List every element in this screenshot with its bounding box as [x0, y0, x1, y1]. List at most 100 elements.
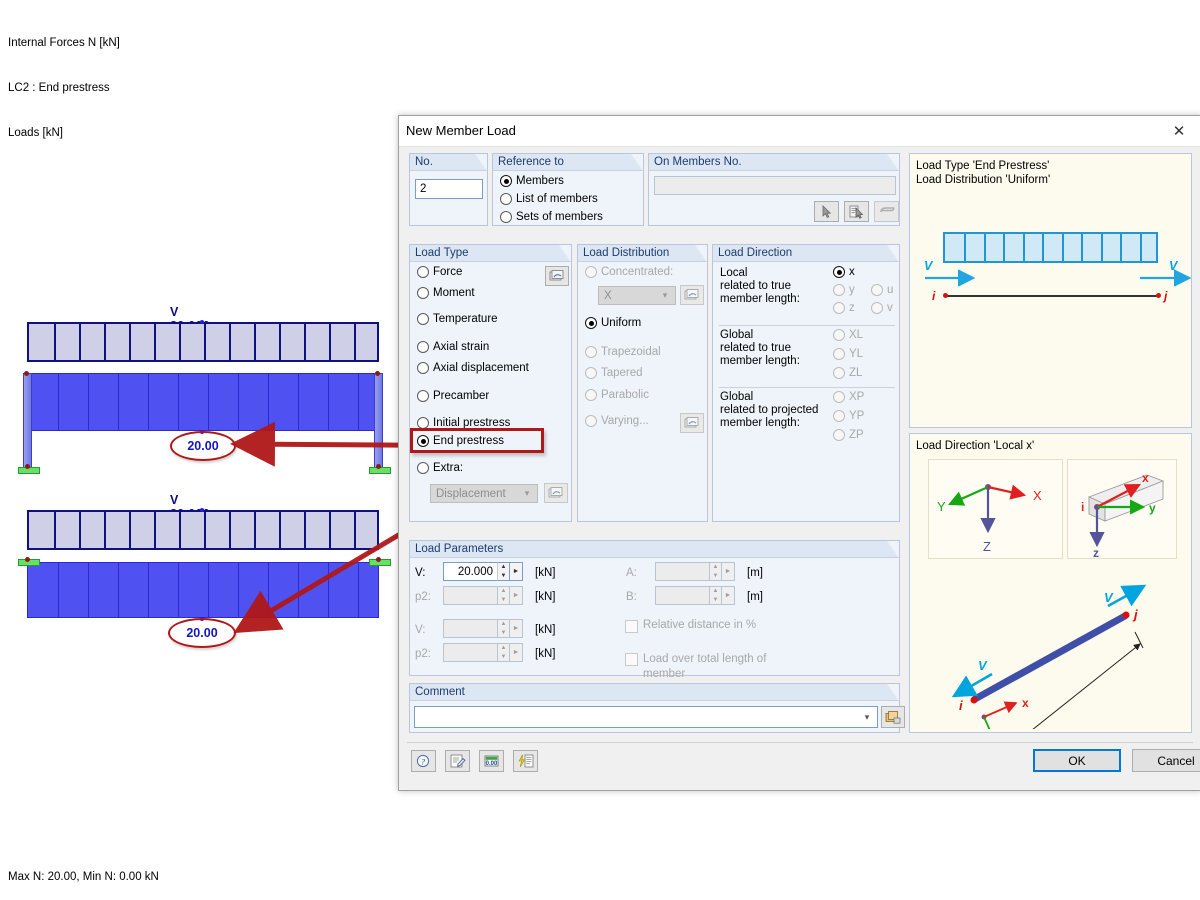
- extra-type-info-icon[interactable]: [544, 483, 568, 503]
- checkbox-box: [625, 653, 638, 666]
- radio-load-type-axial-displacement[interactable]: Axial displacement: [417, 362, 529, 374]
- radio-label: YL: [849, 348, 864, 360]
- select-all-icon[interactable]: [874, 201, 899, 222]
- svg-text:?: ?: [421, 757, 425, 766]
- load-distribution-group-title: Load Distribution: [578, 245, 707, 262]
- spinner-arrows-icon[interactable]: ▲ ▼: [497, 586, 510, 605]
- radio-distribution-tapered[interactable]: Tapered: [585, 367, 643, 379]
- load-direction-group-title: Load Direction: [713, 245, 899, 262]
- radio-label: x: [849, 266, 855, 278]
- close-icon[interactable]: ✕: [1157, 116, 1200, 145]
- edit-icon[interactable]: [445, 750, 470, 772]
- radio-dot: [833, 348, 845, 360]
- radio-direction-zp[interactable]: ZP: [833, 429, 864, 441]
- radio-load-type-precamber[interactable]: Precamber: [417, 390, 489, 402]
- checkbox-relative-distance[interactable]: Relative distance in %: [625, 619, 855, 633]
- param-v2-more-icon[interactable]: ►: [510, 619, 523, 638]
- radio-label: Uniform: [601, 317, 642, 329]
- preview-load-direction: Load Direction 'Local x' X Y Z x y z i i…: [909, 433, 1192, 733]
- comment-combo[interactable]: ▾: [414, 706, 878, 728]
- radio-load-type-temperature[interactable]: Temperature: [417, 313, 498, 325]
- on-members-no-input[interactable]: [654, 176, 896, 195]
- radio-load-type-end-prestress[interactable]: End prestress: [417, 435, 504, 447]
- local-direction-caption: Local related to true member length:: [720, 267, 800, 305]
- radio-direction-yl[interactable]: YL: [833, 348, 863, 360]
- param-label-p2a: p2:: [415, 591, 431, 603]
- varying-info-icon[interactable]: [680, 413, 704, 433]
- checkbox-load-over-total-length[interactable]: Load over total length of member: [625, 652, 855, 682]
- load-direction-group: Load Direction Local related to true mem…: [712, 244, 900, 522]
- radio-direction-y[interactable]: y: [833, 284, 855, 296]
- reference-to-group: Reference to Members List of members Set…: [492, 153, 644, 226]
- radio-direction-x[interactable]: x: [833, 266, 855, 278]
- svg-text:x: x: [1022, 696, 1029, 710]
- no-group: No.: [409, 153, 488, 226]
- extra-type-combo[interactable]: Displacement ▾: [430, 484, 538, 503]
- param-p2b-more-icon[interactable]: ►: [510, 643, 523, 662]
- spinner-arrows-icon[interactable]: ▲ ▼: [497, 619, 510, 638]
- concentrated-info-icon[interactable]: [680, 285, 704, 305]
- units-icon[interactable]: 0.00: [479, 750, 504, 772]
- param-v1-more-icon[interactable]: ►: [510, 562, 523, 581]
- param-p2a-more-icon[interactable]: ►: [510, 586, 523, 605]
- radio-distribution-trapezoidal[interactable]: Trapezoidal: [585, 346, 661, 358]
- radio-load-type-extra[interactable]: Extra:: [417, 462, 463, 474]
- svg-text:Y: Y: [937, 499, 946, 514]
- radio-reference-sets-of-members[interactable]: Sets of members: [500, 211, 603, 223]
- on-members-no-group-title: On Members No.: [649, 154, 899, 171]
- radio-label: End prestress: [433, 435, 504, 447]
- radio-distribution-varying[interactable]: Varying...: [585, 415, 649, 427]
- radio-label: ZL: [849, 367, 863, 379]
- radio-distribution-parabolic[interactable]: Parabolic: [585, 389, 649, 401]
- cancel-button[interactable]: Cancel: [1132, 749, 1200, 772]
- spinner-arrows-icon[interactable]: ▲ ▼: [709, 586, 722, 605]
- radio-label: List of members: [516, 193, 598, 205]
- svg-text:V: V: [1104, 590, 1114, 605]
- load-no-input[interactable]: [415, 179, 483, 199]
- cad-legend: Internal Forces N [kN] LC2 : End prestre…: [8, 6, 120, 156]
- radio-load-type-moment[interactable]: Moment: [417, 287, 475, 299]
- radio-dot: [417, 462, 429, 474]
- ok-button[interactable]: OK: [1033, 749, 1121, 772]
- load-wizard-icon[interactable]: [513, 750, 538, 772]
- param-a-spinner[interactable]: ▲ ▼ ►: [655, 562, 735, 581]
- load-type-info-icon[interactable]: [545, 266, 569, 286]
- param-p2b-spinner[interactable]: ▲ ▼ ►: [443, 643, 523, 662]
- preview-left-v-label: V: [924, 259, 933, 273]
- param-v1-spinner[interactable]: 20.000 ▲ ▼ ►: [443, 562, 523, 581]
- radio-load-type-axial-strain[interactable]: Axial strain: [417, 341, 489, 353]
- radio-distribution-concentrated[interactable]: Concentrated:: [585, 266, 673, 278]
- chevron-down-icon[interactable]: ▾: [857, 712, 877, 723]
- radio-reference-list-of-members[interactable]: List of members: [500, 193, 598, 205]
- param-p2a-spinner[interactable]: ▲ ▼ ►: [443, 586, 523, 605]
- param-label-a: A:: [626, 567, 637, 579]
- param-b-more-icon[interactable]: ►: [722, 586, 735, 605]
- checkbox-label: Relative distance in %: [643, 619, 757, 631]
- help-icon[interactable]: ?: [411, 750, 436, 772]
- radio-direction-zl[interactable]: ZL: [833, 367, 862, 379]
- pick-from-list-icon[interactable]: [844, 201, 869, 222]
- param-b-spinner[interactable]: ▲ ▼ ►: [655, 586, 735, 605]
- cad-status-text: Max N: 20.00, Min N: 0.00 kN: [8, 871, 159, 883]
- spinner-arrows-icon[interactable]: ▲ ▼: [497, 643, 510, 662]
- radio-direction-v[interactable]: v: [871, 302, 893, 314]
- concentrated-count-combo[interactable]: X ▾: [598, 286, 676, 305]
- radio-direction-z[interactable]: z: [833, 302, 855, 314]
- comment-group-title: Comment: [410, 684, 899, 701]
- radio-load-type-force[interactable]: Force: [417, 266, 462, 278]
- param-a-more-icon[interactable]: ►: [722, 562, 735, 581]
- comment-library-icon[interactable]: [881, 706, 905, 728]
- radio-direction-yp[interactable]: YP: [833, 410, 864, 422]
- radio-dot: [833, 410, 845, 422]
- spinner-arrows-icon[interactable]: ▲ ▼: [709, 562, 722, 581]
- radio-label: Moment: [433, 287, 475, 299]
- param-v2-spinner[interactable]: ▲ ▼ ►: [443, 619, 523, 638]
- svg-text:V: V: [978, 658, 988, 673]
- radio-distribution-uniform[interactable]: Uniform: [585, 317, 641, 329]
- radio-direction-u[interactable]: u: [871, 284, 893, 296]
- radio-direction-xp[interactable]: XP: [833, 391, 864, 403]
- pick-member-icon[interactable]: [814, 201, 839, 222]
- spinner-arrows-icon[interactable]: ▲ ▼: [497, 562, 510, 581]
- radio-reference-members[interactable]: Members: [500, 175, 564, 187]
- radio-direction-xl[interactable]: XL: [833, 329, 863, 341]
